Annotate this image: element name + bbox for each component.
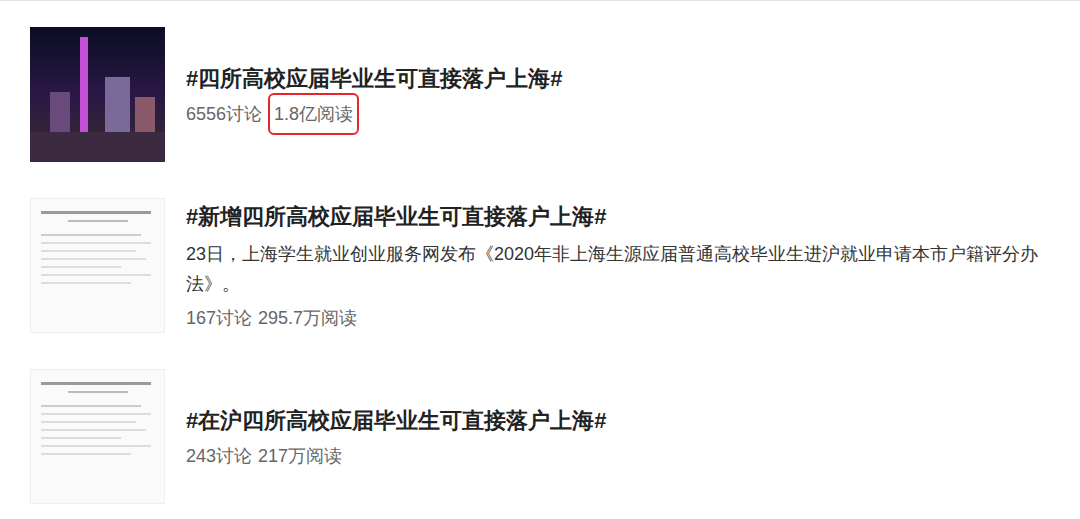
topic-title[interactable]: #新增四所高校应届毕业生可直接落户上海# [186, 201, 1060, 233]
doc-line [41, 266, 121, 268]
topic-item[interactable]: #在沪四所高校应届毕业生可直接落户上海# 243讨论217万阅读 [30, 369, 1060, 504]
doc-line [41, 421, 136, 423]
topic-stats: 6556讨论1.8亿阅读 [186, 101, 1060, 127]
doc-line [68, 391, 128, 393]
doc-line [41, 282, 131, 284]
topic-item[interactable]: #新增四所高校应届毕业生可直接落户上海# 23日，上海学生就业创业服务网发布《20… [30, 198, 1060, 333]
topic-list-page: #四所高校应届毕业生可直接落户上海# 6556讨论1.8亿阅读 #新增四所高校应届毕… [0, 0, 1080, 519]
topic-item[interactable]: #四所高校应届毕业生可直接落户上海# 6556讨论1.8亿阅读 [30, 27, 1060, 162]
topic-thumbnail[interactable] [30, 198, 165, 333]
doc-line [41, 382, 151, 385]
doc-line [41, 234, 141, 236]
doc-line [41, 453, 131, 455]
discussion-count: 6556讨论 [186, 101, 262, 127]
doc-line [41, 437, 121, 439]
doc-line [41, 445, 151, 447]
discussion-count: 167讨论 [186, 305, 252, 331]
skyline-shape [50, 92, 70, 132]
topic-stats: 243讨论217万阅读 [186, 443, 1060, 469]
topic-stats: 167讨论295.7万阅读 [186, 305, 1060, 331]
read-count: 295.7万阅读 [258, 305, 357, 331]
topic-title[interactable]: #在沪四所高校应届毕业生可直接落户上海# [186, 405, 1060, 437]
topic-description: 23日，上海学生就业创业服务网发布《2020年非上海生源应届普通高校毕业生进沪就… [186, 239, 1060, 299]
doc-line [41, 211, 151, 214]
doc-line [41, 429, 146, 431]
skyline-shape [105, 77, 130, 132]
topic-text: #在沪四所高校应届毕业生可直接落户上海# 243讨论217万阅读 [186, 405, 1060, 469]
topic-thumbnail[interactable] [30, 369, 165, 504]
topic-text: #四所高校应届毕业生可直接落户上海# 6556讨论1.8亿阅读 [186, 63, 1060, 127]
doc-line [41, 250, 136, 252]
doc-line [41, 274, 151, 276]
discussion-count: 243讨论 [186, 443, 252, 469]
doc-line [41, 242, 151, 244]
water-shape [30, 132, 165, 162]
doc-line [68, 220, 128, 222]
doc-line [41, 258, 146, 260]
read-count: 217万阅读 [258, 443, 342, 469]
doc-line [41, 405, 141, 407]
skyline-shape [80, 37, 88, 132]
doc-line [41, 413, 151, 415]
topic-thumbnail[interactable] [30, 27, 165, 162]
skyline-shape [135, 97, 155, 132]
read-count: 1.8亿阅读 [268, 93, 359, 135]
topic-text: #新增四所高校应届毕业生可直接落户上海# 23日，上海学生就业创业服务网发布《20… [186, 201, 1060, 331]
topic-title[interactable]: #四所高校应届毕业生可直接落户上海# [186, 63, 1060, 95]
